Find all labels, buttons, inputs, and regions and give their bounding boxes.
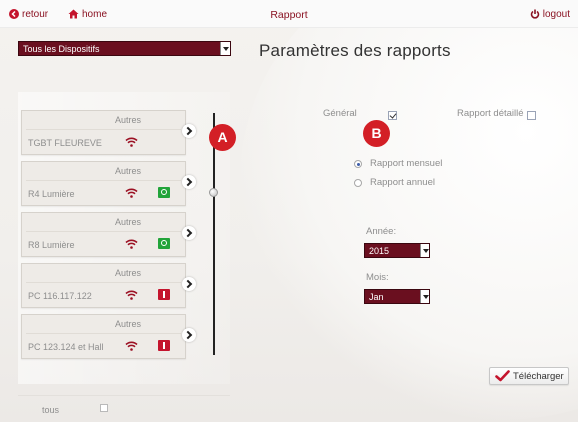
card-divider [26, 180, 181, 181]
wifi-icon [125, 290, 138, 300]
year-value: 2015 [369, 246, 390, 256]
device-card[interactable]: Autres PC 116.117.122 [21, 263, 186, 308]
yearly-report-label[interactable]: Rapport annuel [370, 177, 435, 188]
device-card[interactable]: Autres R8 Lumière [21, 212, 186, 257]
year-select[interactable]: 2015 [364, 243, 430, 258]
download-label: Télécharger [513, 371, 564, 382]
device-name: PC 123.124 et Hall [28, 342, 104, 352]
card-divider [26, 129, 181, 130]
section-title: Paramètres des rapports [259, 41, 451, 60]
device-category: Autres [114, 319, 141, 329]
device-filter-select[interactable]: Tous les Dispositifs [18, 41, 231, 56]
month-value: Jan [369, 292, 384, 302]
scroll-handle[interactable] [209, 188, 218, 197]
wifi-icon [125, 239, 138, 249]
monthly-report-label[interactable]: Rapport mensuel [370, 158, 442, 169]
device-category: Autres [114, 115, 141, 125]
device-name: R4 Lumière [28, 189, 75, 199]
device-card[interactable]: Autres PC 123.124 et Hall [21, 314, 186, 359]
detailed-report-checkbox[interactable] [527, 111, 536, 120]
download-button[interactable]: Télécharger [489, 367, 569, 385]
yearly-report-radio[interactable] [354, 179, 362, 187]
top-bar: retour home Rapport logout [0, 0, 578, 28]
status-online-icon [158, 238, 170, 249]
general-checkbox[interactable] [388, 111, 397, 120]
device-expand-button[interactable] [182, 328, 196, 342]
device-card[interactable]: Autres TGBT FLEUREVE [21, 110, 186, 155]
detailed-report-label: Rapport détaillé [457, 108, 524, 119]
power-icon [530, 9, 540, 19]
year-label: Année: [366, 226, 397, 237]
device-category: Autres [114, 268, 141, 278]
logout-label: logout [542, 9, 570, 20]
wifi-icon [125, 137, 138, 147]
page-title: Rapport [270, 9, 308, 21]
card-divider [26, 333, 181, 334]
status-offline-icon [158, 340, 170, 351]
status-offline-icon [158, 289, 170, 300]
device-expand-button[interactable] [182, 226, 196, 240]
card-divider [26, 231, 181, 232]
chevron-down-icon[interactable] [420, 290, 429, 303]
device-name: PC 116.117.122 [28, 291, 92, 301]
select-all-row: tous [18, 395, 230, 415]
card-divider [26, 282, 181, 283]
chevron-down-icon[interactable] [420, 244, 429, 257]
general-label: Général [323, 108, 357, 119]
select-all-label: tous [42, 405, 60, 415]
device-category: Autres [114, 217, 141, 227]
callout-marker-b: B [363, 120, 390, 147]
device-card[interactable]: Autres R4 Lumière [21, 161, 186, 206]
device-name: R8 Lumière [28, 240, 75, 250]
background-circle [240, 0, 578, 420]
device-category: Autres [114, 166, 141, 176]
report-settings-screen: retour home Rapport logout Tous les Disp… [0, 0, 578, 422]
wifi-icon [125, 341, 138, 351]
device-expand-button[interactable] [182, 175, 196, 189]
device-expand-button[interactable] [182, 124, 196, 138]
status-online-icon [158, 187, 170, 198]
scroll-track[interactable] [213, 113, 215, 355]
chevron-down-icon[interactable] [220, 42, 230, 55]
monthly-report-radio[interactable] [354, 160, 362, 168]
logout-button[interactable]: logout [530, 9, 570, 21]
device-filter-value: Tous les Dispositifs [23, 44, 100, 54]
month-select[interactable]: Jan [364, 289, 430, 304]
select-all-checkbox[interactable] [100, 404, 108, 412]
device-expand-button[interactable] [182, 277, 196, 291]
device-name: TGBT FLEUREVE [28, 138, 102, 148]
month-label: Mois: [366, 272, 389, 283]
wifi-icon [125, 188, 138, 198]
callout-marker-a: A [209, 124, 236, 151]
checkmark-icon [495, 370, 510, 382]
